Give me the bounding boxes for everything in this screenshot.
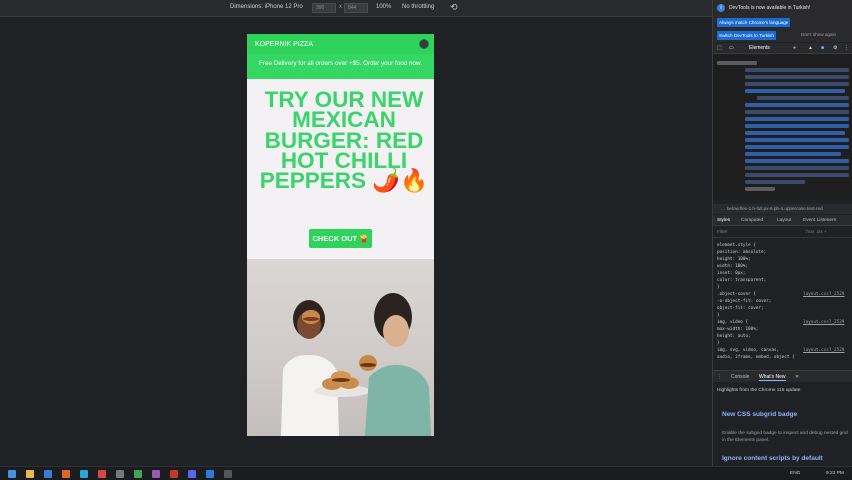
inspect-icon[interactable]: ⬚: [717, 45, 722, 51]
hero-headline: TRY OUR NEW MEXICAN BURGER: RED HOT CHIL…: [259, 87, 429, 194]
css-rule-line[interactable]: img, video {: [717, 320, 748, 325]
feature-heading-content-scripts[interactable]: Ignore content scripts by default: [722, 455, 823, 462]
filter-input[interactable]: Filter: [717, 230, 728, 235]
width-input[interactable]: 390: [312, 3, 336, 13]
start-icon[interactable]: [8, 470, 16, 478]
tab-event-listeners[interactable]: Event Listeners: [803, 218, 836, 223]
tab-elements[interactable]: Elements: [749, 45, 770, 51]
css-rule-line[interactable]: height: auto;: [717, 334, 751, 339]
zoom-select[interactable]: 100%: [376, 4, 391, 10]
drawer-tabs: ⋮ Console What's New ✕: [713, 370, 852, 382]
language-notice: i DevTools is now available in Turkish! …: [713, 0, 852, 42]
burger-photo-illustration: [281, 293, 431, 436]
css-rule-line[interactable]: }: [717, 341, 720, 346]
error-badge-icon[interactable]: ●: [793, 45, 796, 51]
css-source-link[interactable]: layout.css?_2529: [803, 320, 844, 325]
clock[interactable]: 9:23 PM: [826, 471, 844, 476]
phone-viewport: KOPERNIK PIZZA Free Delivery for all ord…: [247, 34, 434, 436]
music-icon[interactable]: [152, 470, 160, 478]
screen: Dimensions: iPhone 12 Pro 390 x 844 100%…: [0, 0, 852, 480]
menu-icon[interactable]: [419, 39, 429, 49]
file-explorer-icon[interactable]: [26, 470, 34, 478]
browser-icon[interactable]: [44, 470, 52, 478]
chrome-icon[interactable]: [134, 470, 142, 478]
switch-language-button[interactable]: Switch DevTools to Turkish: [717, 31, 776, 40]
tab-styles[interactable]: Styles: [717, 218, 730, 223]
dont-show-again-link[interactable]: Don't show again: [801, 32, 836, 37]
css-rule-line[interactable]: img, svg, video, canvas,: [717, 348, 779, 353]
css-rule-line[interactable]: element.style {: [717, 243, 756, 248]
css-rule-line[interactable]: object-fit: cover;: [717, 306, 764, 311]
css-rule-line[interactable]: -o-object-fit: cover;: [717, 299, 771, 304]
css-rule-line[interactable]: height: 100%;: [717, 257, 751, 262]
app-icon[interactable]: [98, 470, 106, 478]
tab-whats-new[interactable]: What's New: [759, 374, 786, 381]
always-match-language-button[interactable]: Always match Chrome's language: [717, 18, 791, 27]
css-rule-line[interactable]: width: 100%;: [717, 264, 748, 269]
info-icon: i: [717, 4, 725, 12]
discord-icon[interactable]: [188, 470, 196, 478]
windows-taskbar: ENG 9:23 PM: [0, 466, 852, 480]
breadcrumb[interactable]: … below.flex-1.h-full.px-6.pb-4.uppercas…: [713, 204, 852, 214]
close-tab-icon[interactable]: ✕: [795, 374, 799, 380]
css-rule-line[interactable]: }: [717, 285, 720, 290]
site-header: KOPERNIK PIZZA: [247, 34, 434, 54]
throttling-select[interactable]: No throttling: [402, 4, 434, 10]
css-rule-line[interactable]: max-width: 100%;: [717, 327, 758, 332]
terminal-icon[interactable]: [116, 470, 124, 478]
drawer-menu-icon[interactable]: ⋮: [717, 374, 722, 380]
device-toolbar: Dimensions: iPhone 12 Pro 390 x 844 100%…: [0, 0, 712, 17]
whats-new-subtitle: Highlights from the Chrome 115 update: [717, 388, 801, 393]
vscode-icon[interactable]: [206, 470, 214, 478]
promo-banner: Free Delivery for all orders over +$5. O…: [247, 54, 434, 79]
panel-tabs: ⬚ ▭ Elements ● ▲ ■ ⚙ ⋮: [713, 43, 852, 54]
dimensions-select[interactable]: Dimensions: iPhone 12 Pro: [230, 4, 303, 10]
more-options-icon[interactable]: ⋮: [844, 45, 849, 51]
check-out-button[interactable]: CHECK OUT 🍟: [309, 229, 372, 248]
css-rule-line[interactable]: position: absolute;: [717, 250, 766, 255]
filter-tools[interactable]: :hov .cls +: [805, 230, 827, 235]
hero-photo: [247, 259, 434, 436]
styles-rules: element.style { position: absolute; heig…: [713, 239, 852, 364]
media-icon[interactable]: [170, 470, 178, 478]
css-rule-line[interactable]: inset: 0px;: [717, 271, 745, 276]
css-source-link[interactable]: layout.css?_2529: [803, 292, 844, 297]
feature-heading-subgrid[interactable]: New CSS subgrid badge: [722, 411, 797, 418]
brand-logo[interactable]: KOPERNIK PIZZA: [255, 41, 313, 48]
notice-text: DevTools is now available in Turkish!: [729, 5, 811, 11]
styles-filter[interactable]: Filter :hov .cls +: [713, 228, 852, 238]
device-toggle-icon[interactable]: ▭: [729, 45, 734, 51]
css-rule-line[interactable]: audio, iframe, embed, object {: [717, 355, 795, 360]
tab-computed[interactable]: Computed: [741, 218, 763, 223]
dom-tree: [713, 55, 852, 200]
edge-icon[interactable]: [80, 470, 88, 478]
dimension-separator: x: [339, 4, 342, 10]
feature-description-subgrid: Enable the subgrid badge to inspect and …: [722, 431, 848, 443]
tab-console[interactable]: Console: [731, 374, 749, 380]
css-rule-line[interactable]: }: [717, 313, 720, 318]
whats-new-panel: Highlights from the Chrome 115 update Ne…: [713, 383, 852, 466]
css-rule-line[interactable]: color: transparent;: [717, 278, 766, 283]
css-rule-line[interactable]: .object-cover {: [717, 292, 756, 297]
firefox-icon[interactable]: [62, 470, 70, 478]
rotate-icon[interactable]: ⟲: [450, 2, 458, 13]
css-source-link[interactable]: layout.css?_2529: [803, 348, 844, 353]
devtools-panel: i DevTools is now available in Turkish! …: [712, 0, 852, 466]
issues-badge-icon[interactable]: ■: [821, 45, 824, 51]
tab-layout[interactable]: Layout: [777, 218, 791, 223]
app-icon-2[interactable]: [224, 470, 232, 478]
hero-section: TRY OUR NEW MEXICAN BURGER: RED HOT CHIL…: [247, 79, 434, 259]
warning-badge-icon[interactable]: ▲: [808, 45, 813, 51]
settings-icon[interactable]: ⚙: [833, 45, 837, 51]
height-input[interactable]: 844: [344, 3, 368, 13]
styles-tabs: Styles Computed Layout Event Listeners: [713, 215, 852, 226]
language-indicator[interactable]: ENG: [790, 471, 800, 476]
